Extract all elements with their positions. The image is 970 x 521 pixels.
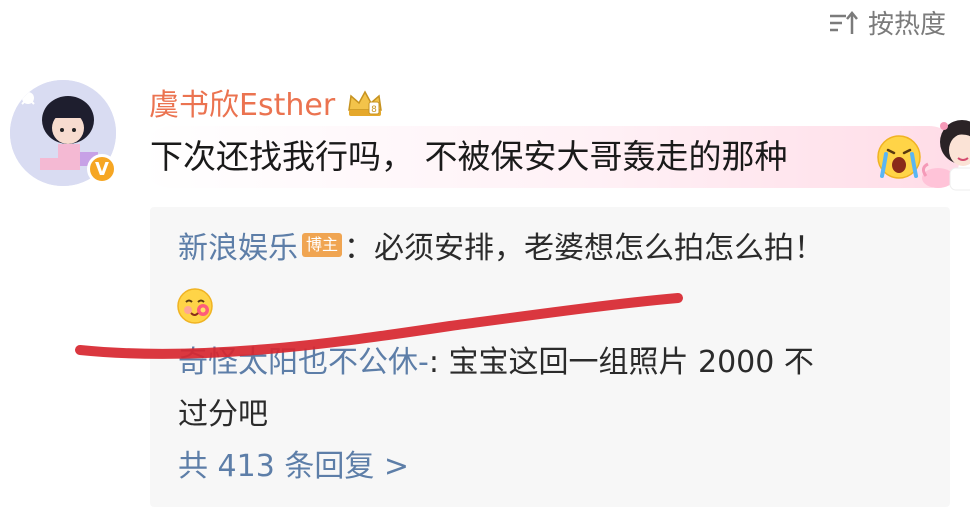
flower-smile-emoji <box>174 285 216 331</box>
blogger-tag: 博主 <box>302 233 343 257</box>
more-replies-link[interactable]: 共 413 条回复 > <box>178 447 409 487</box>
reply-text: : 宝宝这回一组照片 2000 不 <box>428 345 814 380</box>
comment-username[interactable]: 虞书欣Esther <box>149 86 335 126</box>
reply-author[interactable]: 新浪娱乐 <box>178 231 298 266</box>
girl-sticker <box>916 108 970 198</box>
verified-v-icon: V <box>87 154 117 184</box>
crown-badge-icon: 8 <box>345 88 385 124</box>
reply-box: 新浪娱乐 博主 ：必须安排，老婆想怎么拍怎么拍！ 奇怪太阳也不公休-: 宝宝这回一组… <box>150 207 950 507</box>
sort-label: 按热度 <box>867 10 946 40</box>
reply-text: ：必须安排，老婆想怎么拍怎么拍！ <box>344 231 825 266</box>
reply-item[interactable]: 奇怪太阳也不公休-: 宝宝这回一组照片 2000 不 过分吧 <box>178 337 814 441</box>
svg-text:8: 8 <box>371 105 377 115</box>
comment-text: 下次还找我行吗， 不被保安大哥轰走的那种 <box>150 137 788 176</box>
reply-text-continued: 过分吧 <box>178 397 268 432</box>
reply-item[interactable]: 新浪娱乐 博主 ：必须安排，老婆想怎么拍怎么拍！ <box>178 223 824 275</box>
sort-icon <box>828 10 858 36</box>
sort-by-hot-button[interactable]: 按热度 <box>828 4 946 41</box>
reply-author[interactable]: 奇怪太阳也不公休- <box>178 345 429 380</box>
comment-body: 下次还找我行吗， 不被保安大哥轰走的那种 <box>140 120 970 191</box>
